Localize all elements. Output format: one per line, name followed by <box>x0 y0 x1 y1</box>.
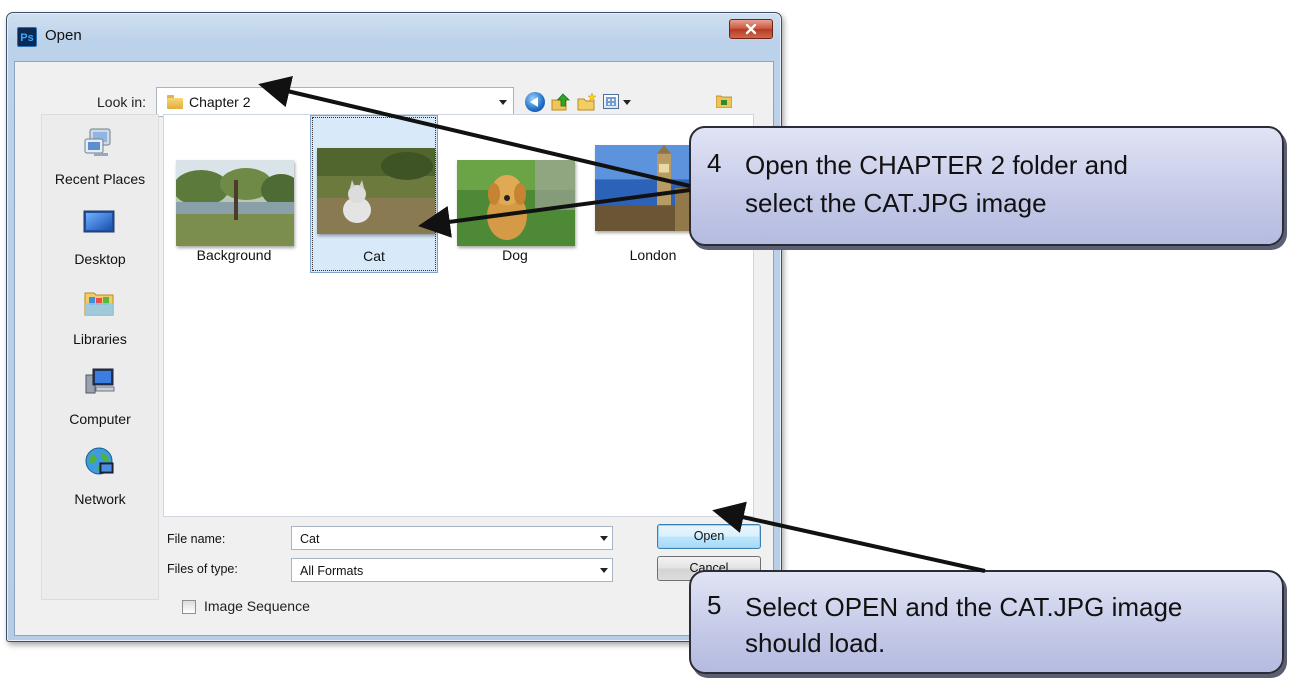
arrow-to-open <box>712 501 986 573</box>
annotation-arrows <box>258 75 986 573</box>
arrow-to-look-in <box>258 75 691 188</box>
arrow-to-cat <box>418 188 691 238</box>
